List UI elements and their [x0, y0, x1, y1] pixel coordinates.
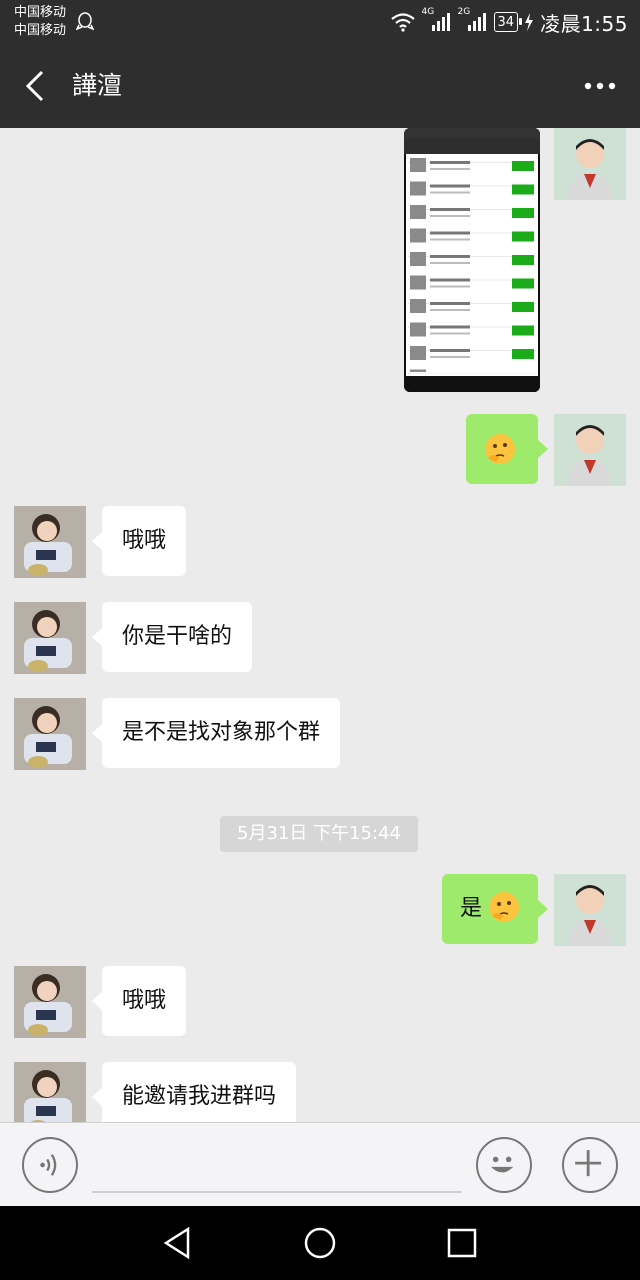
- avatar-boy-image: [554, 128, 626, 200]
- outgoing-message-bubble[interactable]: 是: [442, 874, 548, 944]
- avatar-child-image: [14, 966, 86, 1038]
- carrier-label-1: 中国移动: [14, 5, 67, 20]
- thinking-face-icon: [489, 892, 520, 922]
- back-button[interactable]: [18, 66, 52, 106]
- more-options-button[interactable]: [580, 68, 620, 104]
- my-avatar[interactable]: [554, 414, 626, 486]
- contact-avatar[interactable]: [14, 966, 86, 1038]
- battery-level: 34: [497, 14, 515, 30]
- chat-title: 譁澶: [72, 71, 123, 100]
- system-navigation-bar: [0, 1206, 640, 1280]
- incoming-message-bubble[interactable]: 哦哦: [91, 506, 187, 576]
- avatar-child-image: [14, 602, 86, 674]
- avatar-child-image: [14, 1062, 86, 1122]
- message-text: 是不是找对象那个群: [122, 720, 321, 745]
- contact-avatar[interactable]: [14, 698, 86, 770]
- emoji-button[interactable]: [476, 1137, 532, 1193]
- avatar-child-image: [14, 506, 86, 578]
- message-text: 能邀请我进群吗: [122, 1084, 277, 1109]
- battery-icon: 34: [493, 12, 522, 32]
- incoming-message-bubble[interactable]: 哦哦: [91, 966, 187, 1036]
- contact-avatar[interactable]: [14, 506, 86, 578]
- wifi-icon: [390, 13, 415, 32]
- incoming-message-bubble[interactable]: 能邀请我进群吗: [91, 1062, 297, 1122]
- contact-avatar[interactable]: [14, 602, 86, 674]
- avatar-boy-image: [554, 414, 626, 486]
- plus-icon: [575, 1150, 602, 1177]
- status-icons: 4G 2G 34 凌晨1:55: [390, 7, 628, 36]
- smiley-icon: [491, 1156, 514, 1173]
- outgoing-message-bubble[interactable]: [466, 414, 548, 484]
- nav-home-button[interactable]: [302, 1225, 338, 1261]
- message-text: 你是干啥的: [122, 624, 233, 649]
- charging-icon: [525, 13, 534, 31]
- signal-bars-icon: [467, 13, 486, 31]
- nav-recents-button[interactable]: [444, 1225, 480, 1261]
- incoming-message-bubble[interactable]: 你是干啥的: [91, 602, 253, 672]
- avatar-child-image: [14, 698, 86, 770]
- message-text: 哦哦: [122, 988, 167, 1013]
- incoming-message-bubble[interactable]: 是不是找对象那个群: [91, 698, 341, 768]
- message-text: 是: [460, 896, 483, 921]
- carrier-labels: 中国移动 中国移动: [14, 4, 66, 40]
- carrier-label-2: 中国移动: [14, 23, 67, 38]
- message-timestamp: 5月31日 下午15:44: [220, 816, 418, 852]
- avatar-boy-image: [554, 874, 626, 946]
- input-bar: [0, 1122, 640, 1207]
- message-input[interactable]: [92, 1191, 462, 1193]
- shared-screenshot-image[interactable]: [404, 128, 540, 392]
- chat-area[interactable]: 哦哦 你是干啥的 是不是找对象那个群 5月31日 下午15:44 是 哦哦 能邀…: [0, 128, 640, 1122]
- thinking-face-icon: [485, 434, 515, 464]
- signal-2g: 2G: [458, 7, 488, 33]
- signal-4g: 4G: [422, 7, 452, 33]
- voice-input-button[interactable]: [22, 1137, 78, 1193]
- contact-avatar[interactable]: [14, 1062, 86, 1122]
- nav-back-button[interactable]: [160, 1225, 196, 1261]
- more-functions-button[interactable]: [562, 1137, 618, 1193]
- qq-notification-icon: [76, 12, 94, 31]
- my-avatar[interactable]: [554, 874, 626, 946]
- signal-bars-icon: [431, 13, 450, 31]
- status-bar: 中国移动 中国移动 4G 2G 34 凌晨1:55: [0, 0, 640, 44]
- my-avatar[interactable]: [554, 128, 626, 200]
- voice-icon: [40, 1154, 57, 1176]
- clock: 凌晨1:55: [540, 11, 628, 36]
- message-text: 哦哦: [122, 528, 167, 553]
- chat-header: 譁澶: [0, 44, 640, 128]
